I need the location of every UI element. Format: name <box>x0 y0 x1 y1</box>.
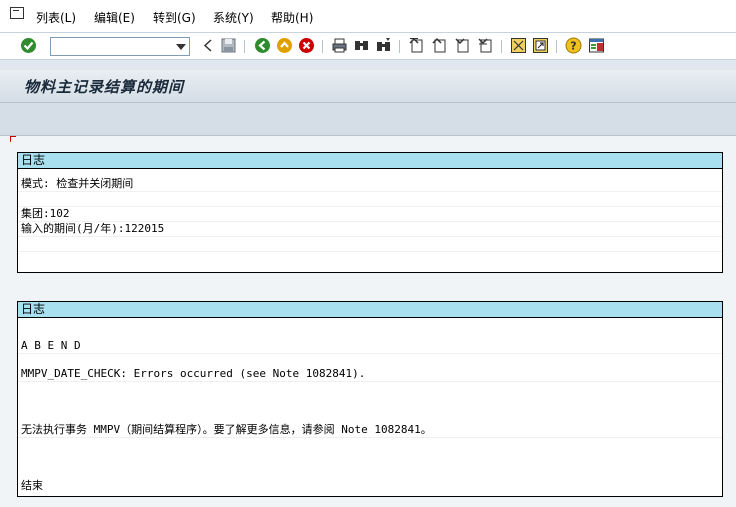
next-page-icon[interactable] <box>454 37 471 54</box>
log-line-message: 无法执行事务 MMPV（期间结算程序）。要了解更多信息，请参阅 Note 108… <box>18 423 722 438</box>
toolbar-separator <box>244 40 245 53</box>
menu-system[interactable]: 系统(Y) <box>213 9 254 26</box>
layout-icon[interactable] <box>588 37 605 54</box>
command-field[interactable] <box>50 37 190 56</box>
log-line: 模式: 检查并关闭期间 <box>18 177 722 192</box>
application-toolbar <box>0 103 736 136</box>
save-icon[interactable] <box>220 37 237 54</box>
collapse-arrow-icon[interactable] <box>200 37 217 54</box>
standard-toolbar: ? <box>0 33 736 60</box>
find-icon[interactable] <box>353 37 370 54</box>
cancel-icon[interactable] <box>298 37 315 54</box>
log-line-end: 结束 <box>21 479 43 492</box>
prev-page-icon[interactable] <box>431 37 448 54</box>
log-header: 日志 <box>18 302 722 318</box>
last-page-icon[interactable] <box>477 37 494 54</box>
log-line-abend: A B E N D <box>18 339 722 354</box>
toolbar-separator <box>556 40 557 53</box>
system-menu-icon[interactable] <box>10 7 24 19</box>
command-input[interactable] <box>51 38 175 55</box>
svg-text:?: ? <box>570 40 576 53</box>
shortcut-icon[interactable] <box>532 37 549 54</box>
command-dropdown-icon[interactable] <box>172 38 189 55</box>
log-box-1: 日志 模式: 检查并关闭期间 集团:102 输入的期间(月/年):122015 <box>17 152 723 273</box>
log-line <box>18 192 722 207</box>
first-page-icon[interactable] <box>408 37 425 54</box>
enter-check-icon[interactable] <box>20 37 37 54</box>
new-session-icon[interactable] <box>510 37 527 54</box>
log-box-2: 日志 A B E N D MMPV_DATE_CHECK: Errors occ… <box>17 301 723 497</box>
log-header: 日志 <box>18 153 722 169</box>
log-line-error: MMPV_DATE_CHECK: Errors occurred (see No… <box>18 367 722 382</box>
exit-icon[interactable] <box>276 37 293 54</box>
page-title: 物料主记录结算的期间 <box>24 78 185 96</box>
title-bar: 物料主记录结算的期间 <box>0 70 736 103</box>
help-icon[interactable]: ? <box>565 37 582 54</box>
find-next-icon[interactable] <box>375 37 392 54</box>
menu-list[interactable]: 列表(L) <box>36 9 76 26</box>
log-line <box>18 237 722 252</box>
log-line: 集团:102 <box>18 207 722 222</box>
toolbar-separator <box>322 40 323 53</box>
menu-help[interactable]: 帮助(H) <box>271 9 313 26</box>
menu-bar: 列表(L) 编辑(E) 转到(G) 系统(Y) 帮助(H) <box>0 0 736 33</box>
menu-goto[interactable]: 转到(G) <box>153 9 196 26</box>
print-icon[interactable] <box>331 37 348 54</box>
back-icon[interactable] <box>254 37 271 54</box>
toolbar-separator <box>501 40 502 53</box>
focus-corner-mark <box>10 136 16 142</box>
toolbar-separator <box>399 40 400 53</box>
menu-edit[interactable]: 编辑(E) <box>94 9 135 26</box>
log-line: 输入的期间(月/年):122015 <box>18 222 722 237</box>
